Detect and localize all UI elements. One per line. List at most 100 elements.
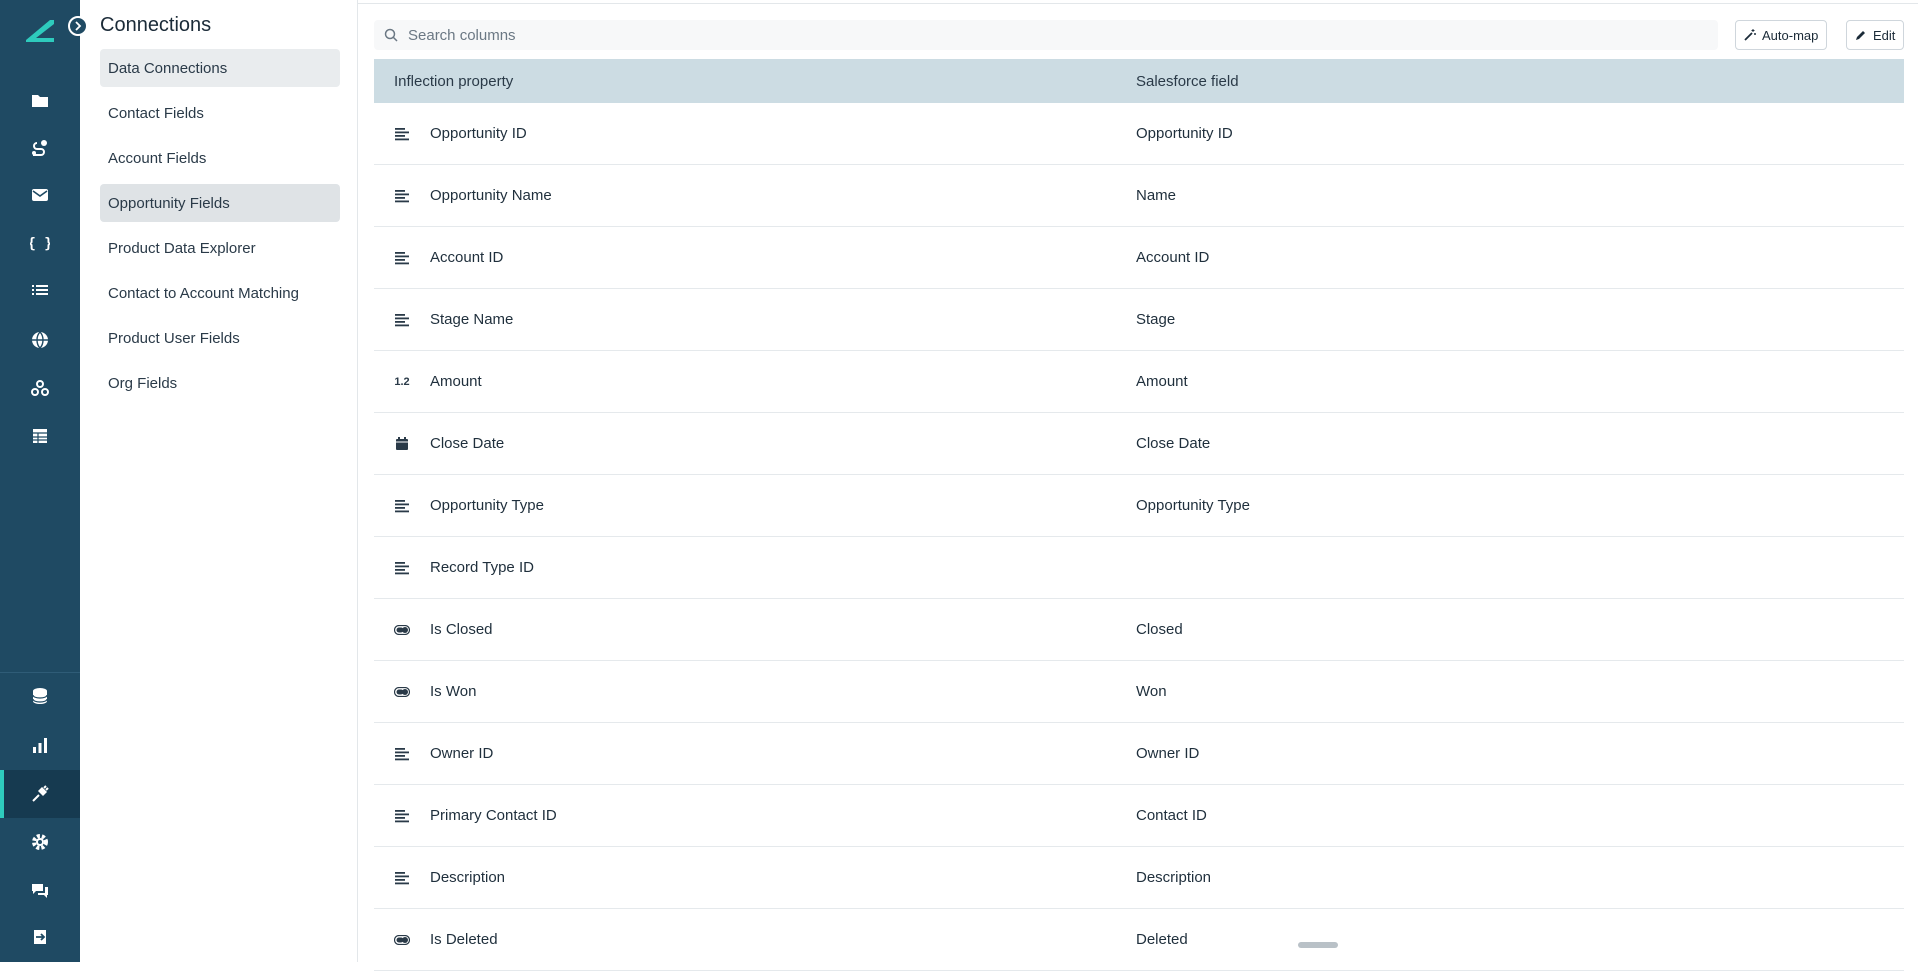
column-header-salesforce-field: Salesforce field: [1136, 72, 1239, 90]
logout-icon[interactable]: [0, 915, 80, 959]
inflection-property-cell: Opportunity Name: [374, 187, 1136, 204]
salesforce-field-cell[interactable]: Amount: [1136, 373, 1904, 390]
salesforce-field-cell[interactable]: Deleted: [1136, 931, 1904, 948]
salesforce-field-cell[interactable]: Won: [1136, 683, 1904, 700]
property-name: Account ID: [430, 249, 504, 266]
table-row[interactable]: Opportunity Name Name: [374, 165, 1904, 227]
number-icon: 1.2: [394, 375, 410, 388]
table-header: Inflection property Salesforce field: [374, 59, 1904, 103]
plug-icon[interactable]: [0, 770, 80, 818]
salesforce-field-cell[interactable]: Close Date: [1136, 435, 1904, 452]
edit-label: Edit: [1873, 27, 1896, 43]
journey-icon[interactable]: [0, 126, 80, 170]
property-name: Is Won: [430, 683, 477, 700]
salesforce-field-cell[interactable]: Opportunity Type: [1136, 497, 1904, 514]
collapse-sidebar-button[interactable]: [68, 16, 88, 36]
inflection-property-cell: Owner ID: [374, 745, 1136, 762]
salesforce-field-cell[interactable]: Opportunity ID: [1136, 125, 1904, 142]
salesforce-field-cell[interactable]: Stage: [1136, 311, 1904, 328]
table-row[interactable]: Close Date Close Date: [374, 413, 1904, 475]
table-row[interactable]: Description Description: [374, 847, 1904, 909]
inflection-property-cell: Is Deleted: [374, 931, 1136, 948]
pencil-icon: [1856, 31, 1865, 40]
inflection-property-cell: Account ID: [374, 249, 1136, 266]
globe-icon[interactable]: [0, 318, 80, 362]
subnav-item-opportunity-fields[interactable]: Opportunity Fields: [100, 184, 340, 222]
subnav-item-contact-account-matching[interactable]: Contact to Account Matching: [100, 274, 340, 312]
table-row[interactable]: Is Won Won: [374, 661, 1904, 723]
toggle-icon: [394, 684, 410, 700]
property-name: Owner ID: [430, 745, 494, 762]
inflection-property-cell: Is Closed: [374, 621, 1136, 638]
subnav-item-data-connections[interactable]: Data Connections: [100, 49, 340, 87]
table-row[interactable]: Stage Name Stage: [374, 289, 1904, 351]
text-lines-icon: [394, 560, 410, 576]
property-name: Opportunity Name: [430, 187, 552, 204]
auto-map-button[interactable]: Auto-map: [1735, 20, 1828, 50]
toggle-icon: [394, 622, 410, 638]
chat-icon[interactable]: [0, 868, 80, 912]
property-name: Stage Name: [430, 311, 514, 328]
table-icon[interactable]: [0, 414, 80, 458]
database-icon[interactable]: [0, 674, 80, 718]
table-row[interactable]: Opportunity Type Opportunity Type: [374, 475, 1904, 537]
auto-map-label: Auto-map: [1762, 27, 1819, 43]
inflection-property-cell: Record Type ID: [374, 559, 1136, 576]
subnav-item-account-fields[interactable]: Account Fields: [100, 139, 340, 177]
text-lines-icon: [394, 250, 410, 266]
table-row[interactable]: Opportunity ID Opportunity ID: [374, 103, 1904, 165]
salesforce-field-cell[interactable]: Owner ID: [1136, 745, 1904, 762]
inflection-property-cell: Opportunity ID: [374, 125, 1136, 142]
inflection-property-cell: Description: [374, 869, 1136, 886]
folder-icon[interactable]: [0, 78, 80, 122]
salesforce-field-cell[interactable]: Contact ID: [1136, 807, 1904, 824]
property-name: Is Closed: [430, 621, 493, 638]
text-lines-icon: [394, 312, 410, 328]
inflection-property-cell: Is Won: [374, 683, 1136, 700]
column-header-inflection-property: Inflection property: [394, 72, 514, 90]
salesforce-field-cell[interactable]: Description: [1136, 869, 1904, 886]
text-lines-icon: [394, 188, 410, 204]
mail-icon[interactable]: [0, 173, 80, 217]
salesforce-field-cell[interactable]: Closed: [1136, 621, 1904, 638]
field-mapping-table: Inflection property Salesforce field Opp…: [374, 59, 1904, 971]
salesforce-field-cell[interactable]: Account ID: [1136, 249, 1904, 266]
subnav-item-product-data-explorer[interactable]: Product Data Explorer: [100, 229, 340, 267]
inflection-property-cell: Stage Name: [374, 311, 1136, 328]
edit-button[interactable]: Edit: [1846, 20, 1905, 50]
page-title: Connections: [100, 14, 212, 36]
text-lines-icon: [394, 746, 410, 762]
text-lines-icon: [394, 808, 410, 824]
top-divider: [358, 3, 1918, 4]
table-row[interactable]: Account ID Account ID: [374, 227, 1904, 289]
connections-subnav: Connections Data Connections Contact Fie…: [80, 0, 358, 962]
text-lines-icon: [394, 126, 410, 142]
magic-wand-icon: [1744, 29, 1756, 41]
salesforce-field-cell[interactable]: Name: [1136, 187, 1904, 204]
resize-handle[interactable]: [1298, 942, 1338, 948]
table-row[interactable]: Primary Contact ID Contact ID: [374, 785, 1904, 847]
subnav-item-contact-fields[interactable]: Contact Fields: [100, 94, 340, 132]
bar-chart-icon[interactable]: [0, 723, 80, 767]
gear-icon[interactable]: [0, 820, 80, 864]
chevron-right-icon: [75, 21, 82, 31]
subnav-item-product-user-fields[interactable]: Product User Fields: [100, 319, 340, 357]
search-input[interactable]: [408, 26, 1608, 44]
list-icon[interactable]: [0, 268, 80, 312]
property-name: Amount: [430, 373, 482, 390]
main-content: Auto-map Edit Inflection property Salesf…: [358, 0, 1918, 971]
property-name: Close Date: [430, 435, 505, 452]
webhook-icon[interactable]: [0, 366, 80, 410]
app-rail: { }: [0, 0, 80, 962]
subnav-item-org-fields[interactable]: Org Fields: [100, 364, 340, 402]
table-row[interactable]: Is Closed Closed: [374, 599, 1904, 661]
svg-text:{ }: { }: [30, 236, 50, 252]
table-row[interactable]: Owner ID Owner ID: [374, 723, 1904, 785]
logo-icon[interactable]: [20, 10, 60, 50]
table-row[interactable]: 1.2 Amount Amount: [374, 351, 1904, 413]
braces-icon[interactable]: { }: [0, 221, 80, 265]
table-row[interactable]: Record Type ID: [374, 537, 1904, 599]
property-name: Primary Contact ID: [430, 807, 557, 824]
inflection-property-cell: 1.2 Amount: [374, 373, 1136, 390]
search-bar[interactable]: [374, 20, 1718, 50]
